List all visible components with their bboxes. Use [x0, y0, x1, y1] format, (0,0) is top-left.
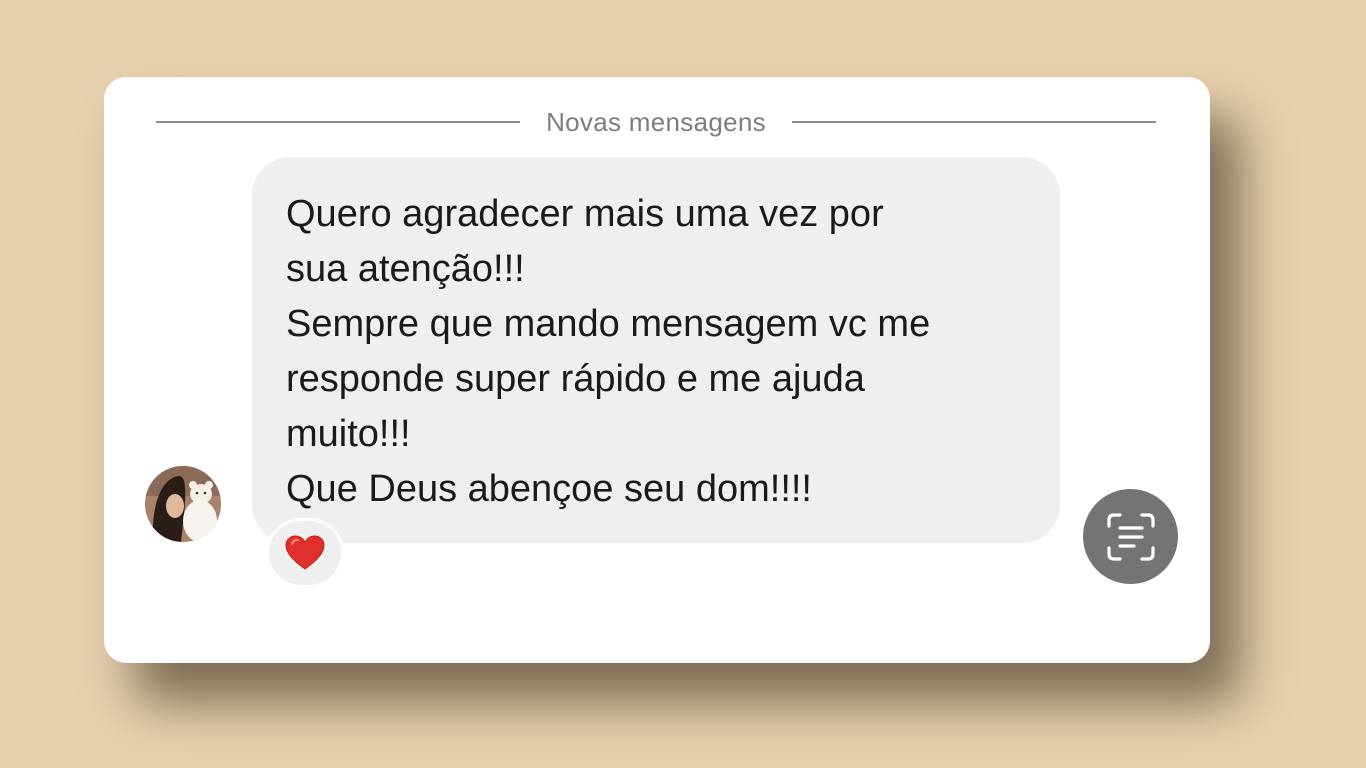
message-line: sua atenção!!!: [286, 248, 525, 290]
chat-card: Novas mensagens Quero agradecer mais uma…: [104, 77, 1210, 663]
message-line: Que Deus abençoe seu dom!!!!: [286, 468, 812, 510]
message-line: Quero agradecer mais uma vez por: [286, 193, 884, 235]
message-bubble[interactable]: Quero agradecer mais uma vez por sua ate…: [252, 157, 1060, 543]
text-scan-icon: [1106, 512, 1155, 561]
heart-icon: [285, 535, 325, 570]
text-scan-button[interactable]: [1083, 489, 1178, 584]
message-line: muito!!!: [286, 413, 411, 455]
avatar[interactable]: [145, 466, 221, 542]
new-messages-divider: Novas mensagens: [156, 107, 1156, 137]
divider-line-left: [156, 121, 521, 123]
message-line: responde super rápido e me ajuda: [286, 358, 865, 400]
avatar-photo: [145, 466, 221, 542]
message-line: Sempre que mando mensagem vc me: [286, 303, 931, 345]
new-messages-label: Novas mensagens: [546, 106, 766, 137]
heart-reaction[interactable]: [266, 518, 344, 588]
divider-line-right: [791, 121, 1156, 123]
